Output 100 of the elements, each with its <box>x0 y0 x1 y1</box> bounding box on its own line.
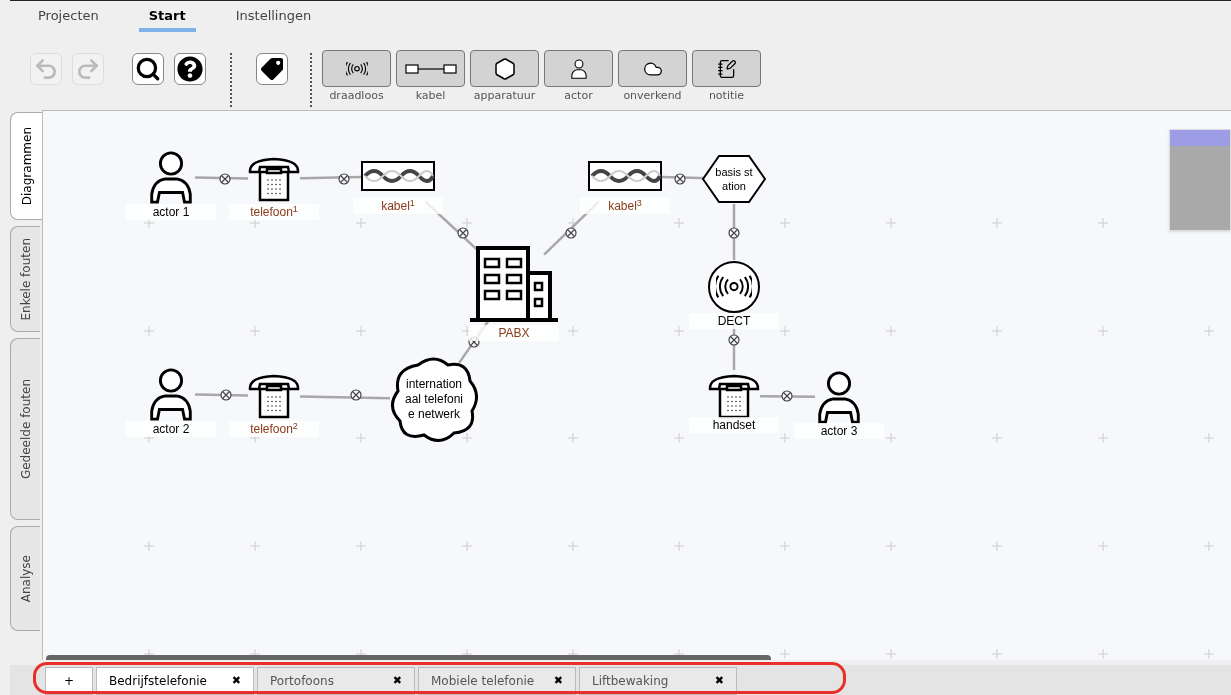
grid-mark <box>567 432 579 444</box>
grid-mark <box>991 648 1003 660</box>
junction-icon[interactable] <box>219 173 231 185</box>
telephone-icon <box>247 373 301 419</box>
grid-mark <box>885 325 897 337</box>
cable-icon <box>404 61 457 76</box>
side-tab[interactable]: Analyse <box>10 526 40 631</box>
node-label: kabel$^{3}$ <box>580 198 670 214</box>
search-button[interactable] <box>132 53 164 85</box>
node-label: actor 1 <box>126 204 216 220</box>
grid-mark <box>991 217 1003 229</box>
connector-line <box>194 393 249 397</box>
cable-icon <box>361 161 435 191</box>
tool-button[interactable] <box>396 50 465 87</box>
grid-mark <box>779 648 791 660</box>
tab-title: Portofoons <box>270 673 334 690</box>
grid-mark <box>143 325 155 337</box>
side-tab[interactable]: Gedeelde fouten <box>10 338 40 520</box>
grid-mark <box>1203 540 1215 552</box>
tool-label: draadloos <box>329 89 384 103</box>
grid-mark <box>1203 648 1215 660</box>
menu-tab[interactable]: Projecten <box>28 4 109 32</box>
node-label: PABX <box>469 325 559 341</box>
close-tab-button[interactable]: ✖ <box>553 672 563 690</box>
tool-button[interactable] <box>470 50 539 87</box>
grid-mark <box>461 540 473 552</box>
grid-mark <box>143 540 155 552</box>
telephone-icon <box>247 156 301 202</box>
tab-title: Bedrijfstelefonie <box>109 673 207 690</box>
grid-mark <box>673 432 685 444</box>
junction-icon[interactable] <box>565 227 577 239</box>
grid-mark <box>461 432 473 444</box>
tool-button[interactable] <box>544 50 613 87</box>
junction-icon[interactable] <box>674 173 686 185</box>
tag-button[interactable] <box>256 53 288 85</box>
wireless-icon <box>345 60 368 77</box>
grid-mark <box>1097 540 1109 552</box>
close-tab-button[interactable]: ✖ <box>231 672 241 690</box>
junction-icon[interactable] <box>457 227 469 239</box>
junction-icon[interactable] <box>338 173 350 185</box>
tool-label: apparatuur <box>473 89 536 103</box>
menu-tab[interactable]: Instellingen <box>225 4 322 32</box>
grid-mark <box>1097 325 1109 337</box>
tab-title: Liftbewaking <box>592 673 669 690</box>
node-label: telefoon$^{2}$ <box>229 421 319 437</box>
tab-title: Mobiele telefonie <box>431 673 535 690</box>
grid-mark <box>779 540 791 552</box>
junction-icon[interactable] <box>350 389 362 401</box>
antenna-icon <box>708 261 760 313</box>
scrollbar[interactable] <box>46 655 771 660</box>
grid-mark <box>885 217 897 229</box>
grid-mark <box>991 540 1003 552</box>
grid-mark <box>143 217 155 229</box>
tool-label: kabel <box>415 89 446 103</box>
side-tab[interactable]: Enkele fouten <box>10 226 40 332</box>
grid-mark <box>567 540 579 552</box>
grid-mark <box>673 325 685 337</box>
grid-mark <box>249 540 261 552</box>
tool-label: onverkend <box>623 89 682 103</box>
telephone-icon <box>707 373 761 419</box>
grid-mark <box>1203 325 1215 337</box>
junction-icon[interactable] <box>781 390 793 402</box>
tool-button[interactable] <box>322 50 391 87</box>
tool-button[interactable] <box>692 50 761 87</box>
grid-mark <box>249 217 261 229</box>
node-text: basis st ation <box>714 165 754 193</box>
help-button[interactable] <box>174 53 206 85</box>
grid-mark <box>779 217 791 229</box>
close-tab-button[interactable]: ✖ <box>714 672 724 690</box>
junction-icon[interactable] <box>220 389 232 401</box>
grid-mark <box>355 217 367 229</box>
node-label: telefoon$^{1}$ <box>229 204 319 220</box>
node-label: actor 2 <box>126 421 216 437</box>
grid-mark <box>885 432 897 444</box>
node-label: actor 3 <box>794 423 884 439</box>
person-icon <box>568 58 589 79</box>
grid-mark <box>991 432 1003 444</box>
junction-icon[interactable] <box>728 227 740 239</box>
connector-line <box>760 395 815 398</box>
grid-mark <box>673 540 685 552</box>
grid-mark <box>1097 217 1109 229</box>
grid-mark <box>885 540 897 552</box>
hexagon-icon <box>492 56 517 81</box>
tool-label: actor <box>564 89 593 103</box>
grid-mark <box>885 648 897 660</box>
grid-mark <box>567 325 579 337</box>
grid-mark <box>779 325 791 337</box>
grid-mark <box>991 325 1003 337</box>
menu-tab[interactable]: Start <box>138 4 196 32</box>
node-text: internation aal telefoni e netwerk <box>403 377 464 422</box>
tool-label: notitie <box>708 89 745 103</box>
side-tab[interactable]: Diagrammen <box>10 112 42 220</box>
tool-button[interactable] <box>618 50 687 87</box>
connector-line <box>194 176 249 180</box>
node-label: DECT <box>689 313 779 329</box>
junction-icon[interactable] <box>728 334 740 346</box>
hexagon-shape <box>702 155 766 203</box>
node-label: kabel$^{1}$ <box>353 198 443 214</box>
close-tab-button[interactable]: ✖ <box>392 672 402 690</box>
cable-icon <box>588 161 662 191</box>
